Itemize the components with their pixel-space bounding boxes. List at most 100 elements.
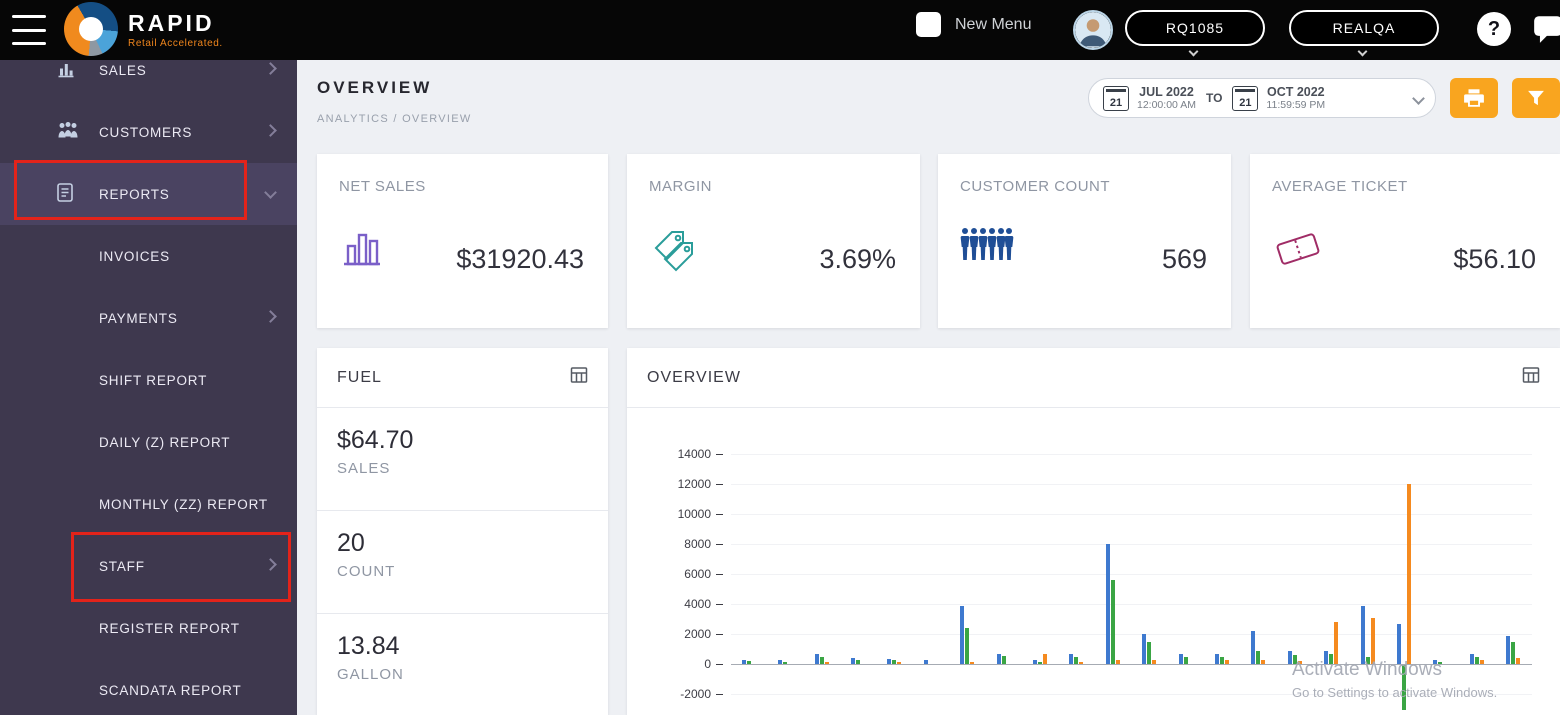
sidebar-item-label: PAYMENTS (99, 310, 178, 326)
y-tick-label: 10000 (627, 507, 723, 521)
sidebar-item-staff[interactable]: STAFF (0, 535, 297, 597)
table-icon[interactable] (570, 366, 588, 389)
chart-bar-blue (1105, 544, 1110, 664)
sidebar-item-label: DAILY (Z) REPORT (99, 434, 231, 450)
overview-panel-title: OVERVIEW (647, 368, 741, 386)
sidebar-item-sales[interactable]: SALES (0, 60, 297, 101)
question-mark-icon: ? (1487, 17, 1501, 40)
fuel-stat-value: 20 (337, 529, 365, 557)
sidebar-item-daily-z-report[interactable]: DAILY (Z) REPORT (0, 411, 297, 473)
new-menu-toggle[interactable]: New Menu (916, 12, 1031, 37)
people-group-icon (960, 226, 1014, 269)
chart-bar-blue (996, 653, 1001, 664)
store-caret-icon[interactable] (1188, 46, 1199, 57)
chart-bar-green (1474, 657, 1479, 664)
sidebar-item-scandata-report[interactable]: SCANDATA REPORT (0, 659, 297, 715)
chart-bar-orange (1115, 659, 1120, 664)
chart-bar-blue (1069, 653, 1074, 664)
user-avatar[interactable] (1073, 10, 1113, 50)
chart-bar-green (1365, 656, 1370, 664)
funnel-icon (1528, 90, 1544, 106)
chart-bar-blue (1251, 631, 1256, 664)
chart-bar-green (1183, 657, 1188, 664)
chart-bar-blue (741, 659, 746, 664)
hamburger-menu-icon[interactable] (12, 15, 48, 45)
ticket-icon (1272, 226, 1324, 277)
chart-bar-blue (1142, 634, 1147, 664)
top-header: RAPID Retail Accelerated. New Menu RQ108… (0, 0, 1560, 60)
sidebar-item-register-report[interactable]: REGISTER REPORT (0, 597, 297, 659)
sidebar-item-customers[interactable]: CUSTOMERS (0, 101, 297, 163)
sidebar-nav: SALES CUSTOMERS REPORTS INVOICES PAYMENT… (0, 60, 297, 715)
chart-bar-green (783, 661, 788, 664)
chart-bar-blue (1433, 660, 1438, 664)
kpi-card-margin: MARGIN 3.69% (627, 154, 920, 328)
help-button[interactable]: ? (1477, 12, 1511, 46)
chart-bar-orange (1079, 661, 1084, 664)
chevron-right-icon (264, 62, 277, 75)
brand-logo: RAPID Retail Accelerated. (64, 2, 223, 56)
sidebar-item-reports[interactable]: REPORTS (0, 163, 297, 225)
chart-bar-green (746, 661, 751, 664)
print-button[interactable] (1450, 78, 1498, 118)
fuel-stat-value: $64.70 (337, 426, 414, 454)
chart-bar-green (1292, 655, 1297, 664)
chart-zero-line (731, 664, 1532, 665)
sidebar-item-monthly-zz-report[interactable]: MONTHLY (ZZ) REPORT (0, 473, 297, 535)
kpi-label: NET SALES (339, 178, 426, 195)
kpi-value: 3.69% (819, 244, 896, 274)
chart-gridline (731, 634, 1532, 635)
kpi-card-customer-count: CUSTOMER COUNT 569 (938, 154, 1231, 328)
sales-bars-icon (56, 60, 76, 82)
rapid-logo-icon (64, 2, 118, 56)
environment-selector[interactable]: REALQA (1289, 10, 1439, 58)
environment-code: REALQA (1332, 20, 1396, 36)
end-time: 11:59:59 PM (1266, 99, 1326, 112)
chart-gridline (731, 604, 1532, 605)
filter-button[interactable] (1512, 78, 1560, 118)
y-tick-label: -2000 (627, 687, 723, 701)
chart-bar-blue (1397, 623, 1402, 664)
chart-bar-orange (1407, 484, 1412, 664)
new-menu-checkbox[interactable] (916, 12, 941, 37)
chat-icon[interactable] (1531, 14, 1560, 44)
chart-bar-orange (824, 662, 829, 664)
sidebar-item-label: SALES (99, 62, 147, 78)
table-icon[interactable] (1522, 366, 1540, 389)
date-range-caret-icon[interactable] (1412, 91, 1425, 105)
kpi-value: 569 (1161, 244, 1207, 274)
calendar-icon: 21 (1103, 85, 1129, 111)
chart-bar-green (1037, 661, 1042, 664)
store-code: RQ1085 (1165, 20, 1225, 36)
sidebar-item-label: REPORTS (99, 186, 170, 202)
sidebar-item-shift-report[interactable]: SHIFT REPORT (0, 349, 297, 411)
chart-bar-green (855, 659, 860, 664)
sidebar-item-label: INVOICES (99, 248, 170, 264)
fuel-panel: FUEL $64.70 SALES 20 COUNT 13.84 GALLON (317, 348, 608, 715)
customers-people-icon (56, 121, 80, 144)
chart-bar-green (1220, 657, 1225, 664)
chart-bar-blue (814, 653, 819, 664)
environment-caret-icon[interactable] (1357, 46, 1368, 57)
y-tick-label: 8000 (627, 537, 723, 551)
chevron-down-icon (264, 186, 277, 199)
chart-gridline (731, 694, 1532, 695)
fuel-stat-label: SALES (337, 460, 391, 477)
chart-bar-orange (1297, 661, 1302, 664)
kpi-card-average-ticket: AVERAGE TICKET $56.10 (1250, 154, 1560, 328)
sidebar-item-payments[interactable]: PAYMENTS (0, 287, 297, 349)
breadcrumb: ANALYTICS / OVERVIEW (317, 113, 472, 125)
chart-gridline (731, 544, 1532, 545)
store-selector[interactable]: RQ1085 (1125, 10, 1265, 58)
chart-bar-blue (1178, 654, 1183, 664)
end-date: OCT 2022 (1266, 84, 1325, 99)
chart-bar-blue (1469, 653, 1474, 664)
sidebar-item-invoices[interactable]: INVOICES (0, 225, 297, 287)
y-tick-label: 12000 (627, 477, 723, 491)
date-range-picker[interactable]: 21 JUL 2022 12:00:00 AM TO 21 OCT 2022 1… (1088, 78, 1436, 118)
chart-bar-blue (887, 658, 892, 664)
kpi-label: MARGIN (649, 178, 712, 195)
chart-bar-orange (1152, 659, 1157, 664)
sidebar-menu: SALES CUSTOMERS REPORTS INVOICES PAYMENT… (0, 60, 297, 715)
chart-bar-green (1074, 657, 1079, 664)
